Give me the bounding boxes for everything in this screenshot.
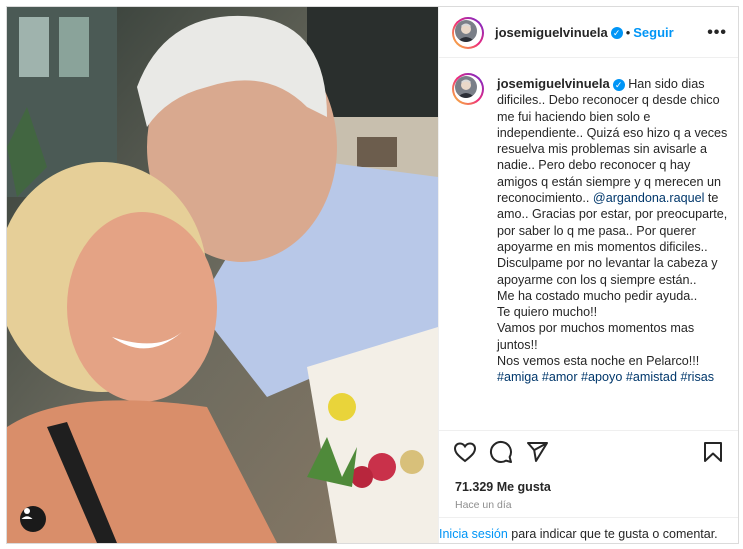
header-username[interactable]: josemiguelvinuela bbox=[495, 25, 608, 40]
caption-username[interactable]: josemiguelvinuela bbox=[497, 76, 610, 91]
hashtag-link[interactable]: #amiga bbox=[497, 370, 538, 384]
header-line: josemiguelvinuela ✓ • Seguir bbox=[495, 24, 674, 42]
separator-dot: • bbox=[625, 25, 631, 40]
post-time[interactable]: Hace un día bbox=[455, 499, 512, 511]
verified-badge-icon: ✓ bbox=[612, 78, 625, 91]
post-photo[interactable] bbox=[7, 7, 438, 543]
more-options-button[interactable]: ••• bbox=[707, 24, 727, 42]
caption-line-4: Me ha costado mucho pedir ayuda.. bbox=[497, 288, 698, 303]
login-link[interactable]: Inicia sesión bbox=[439, 527, 508, 541]
post-caption: josemiguelvinuela ✓ Han sido dias dificil… bbox=[497, 76, 731, 386]
avatar[interactable] bbox=[452, 17, 484, 49]
caption-line-6: Vamos por muchos momentos mas juntos!! bbox=[497, 321, 695, 352]
login-text: para indicar que te gusta o comentar. bbox=[507, 527, 718, 541]
post-header: josemiguelvinuela ✓ • Seguir ••• bbox=[439, 7, 738, 58]
likes-count[interactable]: 71.329 Me gusta bbox=[455, 480, 551, 494]
bookmark-icon[interactable] bbox=[701, 440, 725, 464]
mention-link[interactable]: @argandona.raquel bbox=[593, 191, 705, 205]
caption-line-3: Disculpame por no levantar la cabeza y a… bbox=[497, 256, 718, 287]
send-icon[interactable] bbox=[525, 440, 549, 464]
post-side-panel: josemiguelvinuela ✓ • Seguir ••• josemiguel… bbox=[438, 7, 738, 543]
hashtag-link[interactable]: #amistad bbox=[626, 370, 677, 384]
action-bar bbox=[439, 432, 738, 472]
login-divider bbox=[439, 517, 738, 518]
heart-icon[interactable] bbox=[453, 440, 477, 464]
user-tag-icon[interactable] bbox=[20, 506, 46, 532]
post-container: josemiguelvinuela ✓ • Seguir ••• josemiguel… bbox=[6, 6, 739, 544]
actions-divider bbox=[439, 430, 738, 431]
verified-badge-icon: ✓ bbox=[610, 26, 623, 39]
login-prompt: Inicia sesión para indicar que te gusta … bbox=[439, 527, 738, 541]
hashtag-link[interactable]: #amor bbox=[542, 370, 578, 384]
caption-text-1: Han sido dias dificiles.. Debo reconocer… bbox=[497, 77, 728, 206]
follow-button[interactable]: Seguir bbox=[633, 25, 673, 40]
caption-line-5: Te quiero mucho!! bbox=[497, 305, 598, 320]
hashtag-link[interactable]: #apoyo bbox=[581, 370, 622, 384]
caption-avatar[interactable] bbox=[452, 73, 484, 105]
hashtag-link[interactable]: #risas bbox=[680, 370, 714, 384]
comment-icon[interactable] bbox=[489, 440, 513, 464]
caption-line-7: Nos vemos esta noche en Pelarco!!! bbox=[497, 354, 700, 369]
photo-illustration bbox=[7, 7, 438, 543]
